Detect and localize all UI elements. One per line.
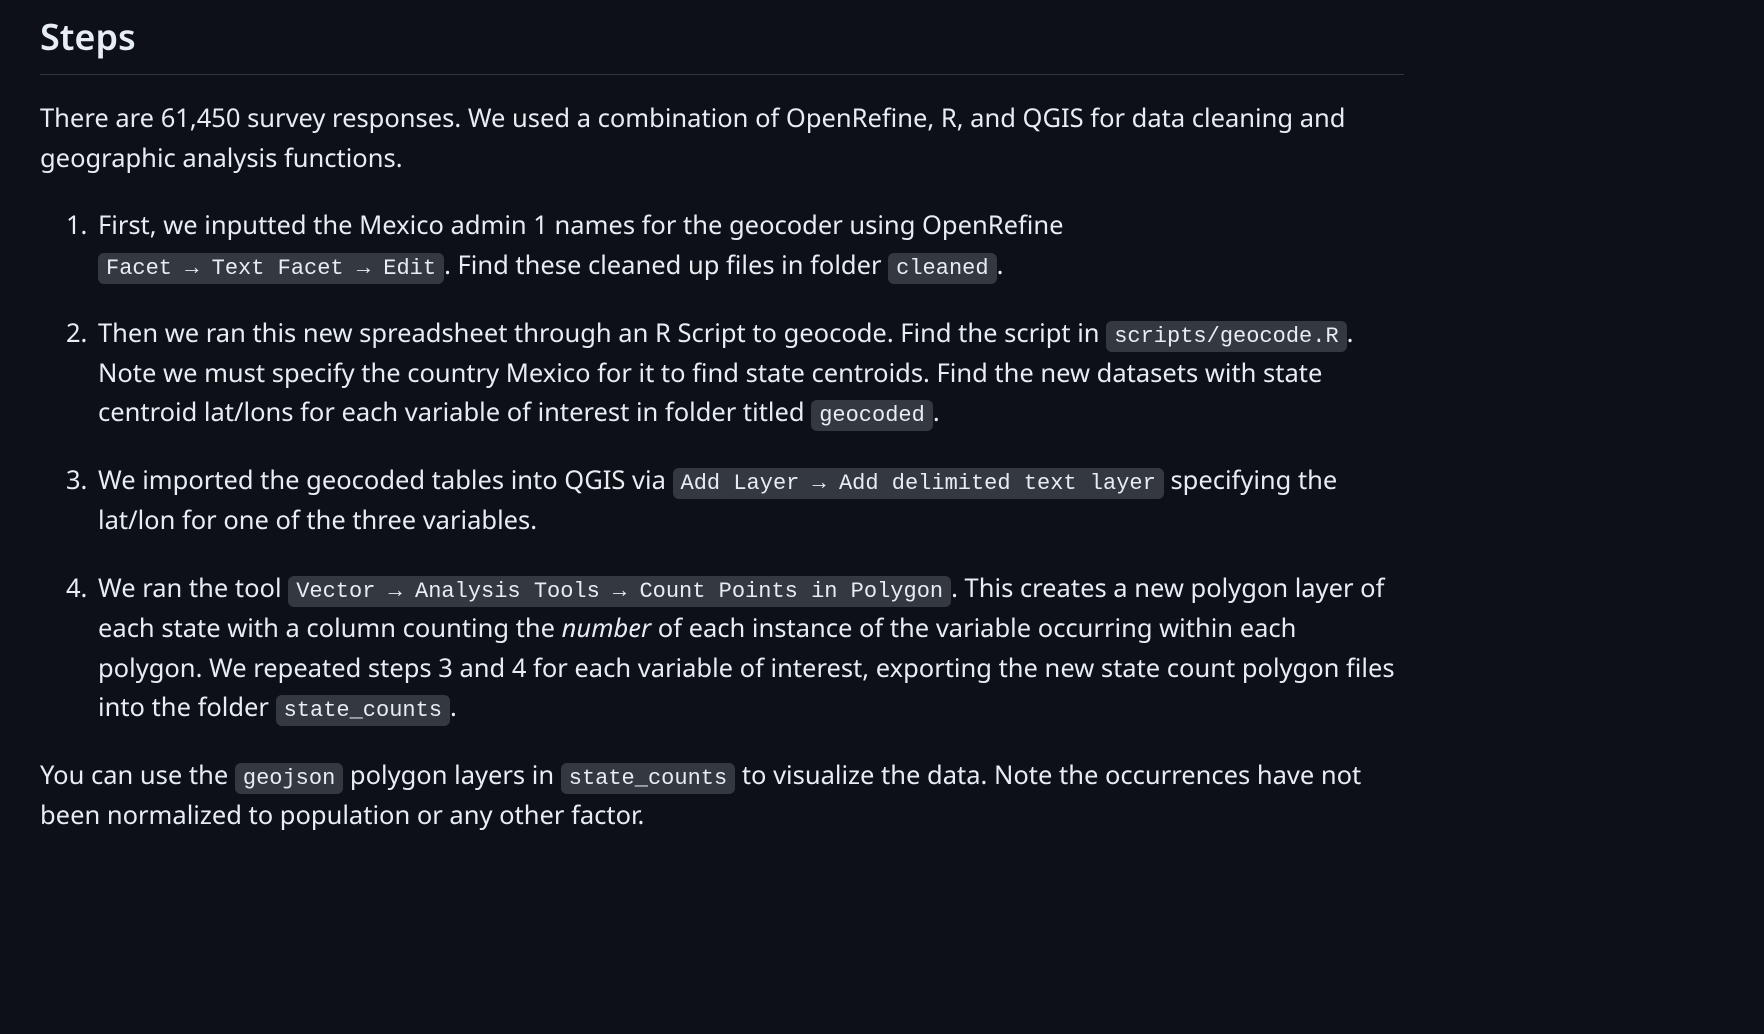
code-vector-tool: Vector → Analysis Tools → Count Points i… [288, 576, 951, 607]
step-2: Then we ran this new spreadsheet through… [94, 314, 1404, 434]
outro-text: polygon layers in [343, 758, 560, 792]
steps-list: First, we inputted the Mexico admin 1 na… [94, 206, 1404, 728]
step-text: . Find these cleaned up files in folder [444, 248, 888, 282]
code-geojson: geojson [235, 763, 343, 794]
outro-text: You can use the [40, 758, 235, 792]
code-state-counts: state_counts [276, 695, 450, 726]
step-text: . [933, 395, 940, 429]
step-4: We ran the tool Vector → Analysis Tools … [94, 569, 1404, 728]
step-text: First, we inputted the Mexico admin 1 na… [98, 208, 1063, 242]
step-text: We ran the tool [98, 571, 288, 605]
code-add-layer: Add Layer → Add delimited text layer [673, 468, 1164, 499]
outro-paragraph: You can use the geojson polygon layers i… [40, 756, 1404, 836]
steps-heading: Steps [40, 10, 1404, 75]
step-text: . [450, 690, 457, 724]
step-1: First, we inputted the Mexico admin 1 na… [94, 206, 1404, 286]
code-geocoded: geocoded [811, 400, 933, 431]
code-state-counts-outro: state_counts [561, 763, 735, 794]
step-text: . [997, 248, 1004, 282]
emphasis-number: number [562, 611, 651, 645]
intro-paragraph: There are 61,450 survey responses. We us… [40, 99, 1404, 178]
step-text: Then we ran this new spreadsheet through… [98, 316, 1106, 350]
code-cleaned: cleaned [888, 253, 996, 284]
code-geocode-script: scripts/geocode.R [1106, 321, 1346, 352]
code-facet: Facet → Text Facet → Edit [98, 253, 444, 284]
step-text: We imported the geocoded tables into QGI… [98, 463, 673, 497]
step-3: We imported the geocoded tables into QGI… [94, 461, 1404, 541]
markdown-article: Steps There are 61,450 survey responses.… [40, 10, 1404, 836]
